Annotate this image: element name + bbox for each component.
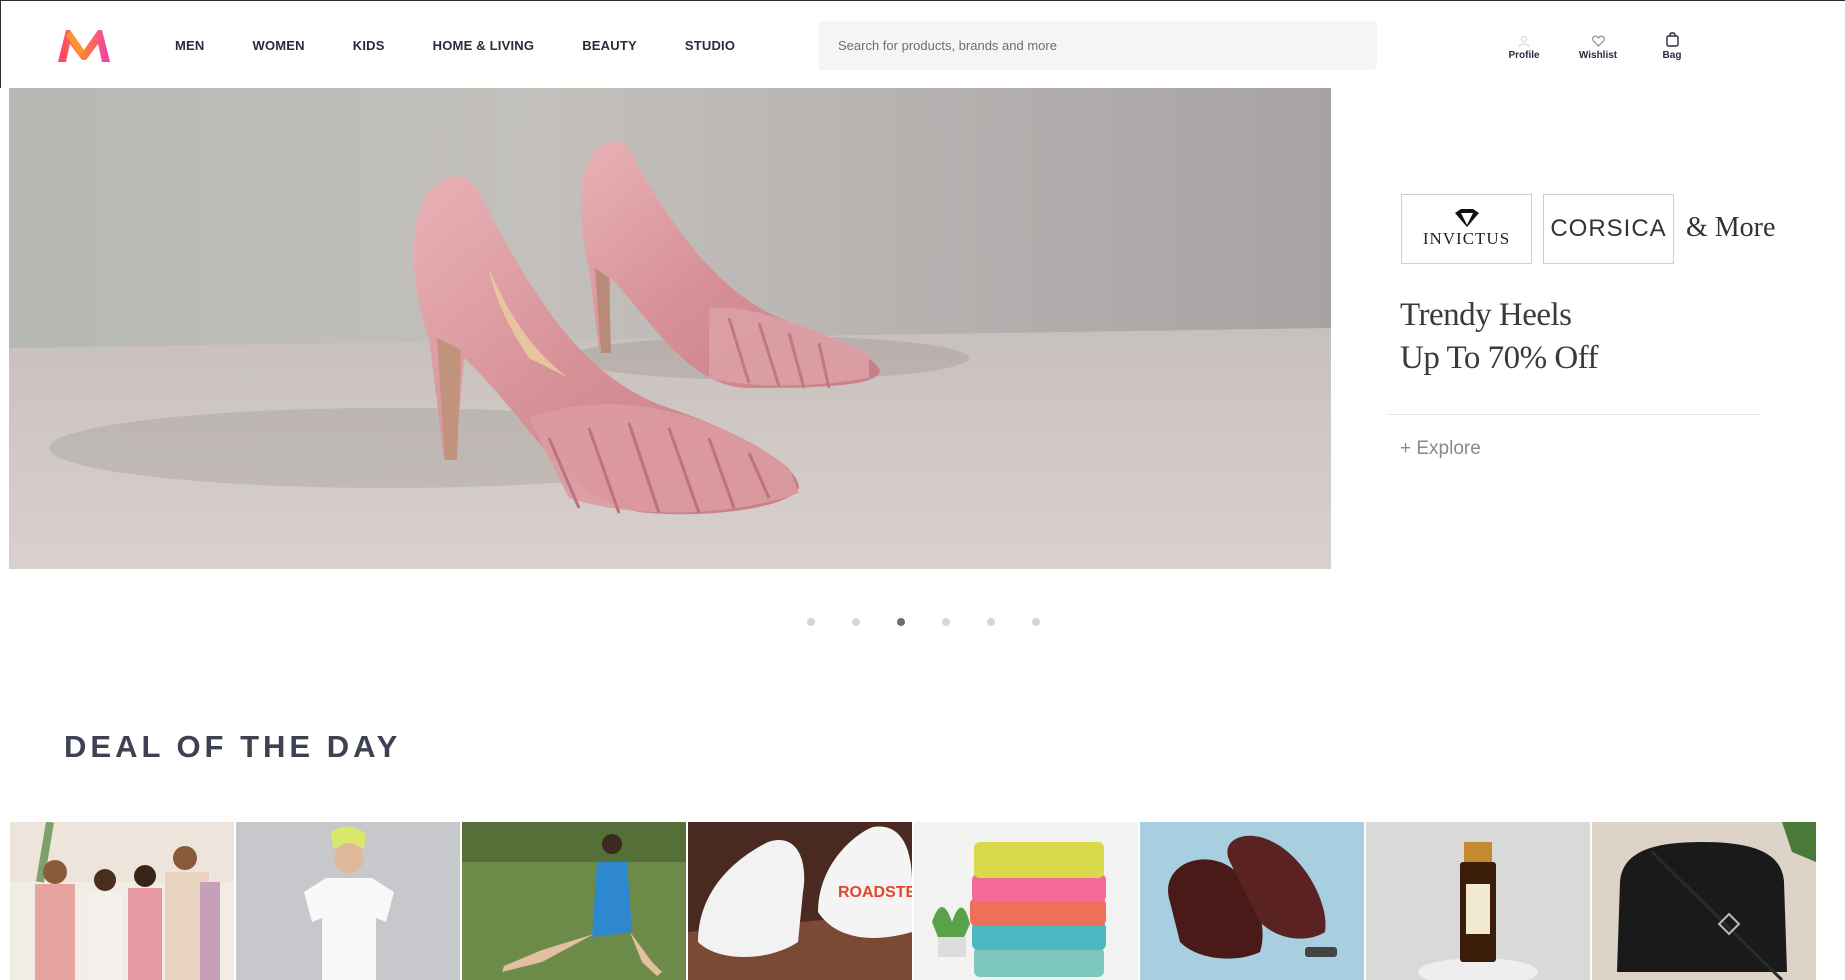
myntra-logo-icon[interactable] xyxy=(56,26,112,64)
deal-card[interactable] xyxy=(1366,822,1590,980)
wishlist-label: Wishlist xyxy=(1578,50,1618,61)
nav-men[interactable]: MEN xyxy=(151,38,229,53)
promo-title-line2: Up To 70% Off xyxy=(1400,340,1599,376)
and-more-text: & More xyxy=(1686,212,1776,243)
header-actions: Profile Wishlist Bag xyxy=(1487,29,1709,61)
deal-card[interactable] xyxy=(914,822,1138,980)
nav-home-living[interactable]: HOME & LIVING xyxy=(409,38,559,53)
profile-button[interactable]: Profile xyxy=(1487,29,1561,61)
wishlist-button[interactable]: Wishlist xyxy=(1561,29,1635,61)
main-nav: MEN WOMEN KIDS HOME & LIVING BEAUTY STUD… xyxy=(151,1,759,89)
hero-banner-image[interactable] xyxy=(9,88,1331,569)
nav-women[interactable]: WOMEN xyxy=(229,38,329,53)
nav-beauty[interactable]: BEAUTY xyxy=(558,38,661,53)
explore-link[interactable]: + Explore xyxy=(1400,438,1481,460)
carousel-dot[interactable] xyxy=(942,618,950,626)
bag-button[interactable]: Bag xyxy=(1635,29,1709,61)
svg-text:ROADSTER: ROADSTER xyxy=(838,884,912,901)
user-icon xyxy=(1518,29,1530,47)
deal-card[interactable] xyxy=(1592,822,1816,980)
promo-title-line1: Trendy Heels xyxy=(1400,297,1572,333)
deal-card[interactable] xyxy=(10,822,234,980)
brand-corsica-logo: CORSICA xyxy=(1543,194,1674,264)
top-header: MEN WOMEN KIDS HOME & LIVING BEAUTY STUD… xyxy=(0,0,1845,88)
search-input[interactable] xyxy=(838,38,1377,53)
search-bar[interactable] xyxy=(818,21,1377,70)
deal-card[interactable] xyxy=(462,822,686,980)
carousel-dot-active[interactable] xyxy=(897,618,905,626)
promo-panel[interactable]: INVICTUS CORSICA & More Trendy Heels Up … xyxy=(1331,88,1845,569)
brand-invictus-text: INVICTUS xyxy=(1422,229,1511,248)
diamond-icon xyxy=(1454,209,1479,227)
carousel-dot[interactable] xyxy=(852,618,860,626)
carousel-dot[interactable] xyxy=(1032,618,1040,626)
deal-card[interactable]: ROADSTER xyxy=(688,822,912,980)
promo-title: Trendy Heels Up To 70% Off xyxy=(1400,294,1599,380)
nav-kids[interactable]: KIDS xyxy=(329,38,409,53)
carousel-dots xyxy=(807,618,1077,626)
carousel-dot[interactable] xyxy=(807,618,815,626)
deal-card[interactable] xyxy=(236,822,460,980)
bag-label: Bag xyxy=(1662,50,1682,61)
deal-card[interactable] xyxy=(1140,822,1364,980)
deals-row: ROADSTER xyxy=(10,822,1818,980)
brand-invictus-logo: INVICTUS xyxy=(1401,194,1532,264)
nav-studio[interactable]: STUDIO xyxy=(661,38,759,53)
section-title: DEAL OF THE DAY xyxy=(64,729,402,764)
bag-icon xyxy=(1665,29,1679,47)
heart-icon xyxy=(1591,29,1605,47)
promo-divider xyxy=(1387,414,1761,415)
brand-corsica-text: CORSICA xyxy=(1550,215,1667,242)
carousel-dot[interactable] xyxy=(987,618,995,626)
profile-label: Profile xyxy=(1508,50,1540,61)
